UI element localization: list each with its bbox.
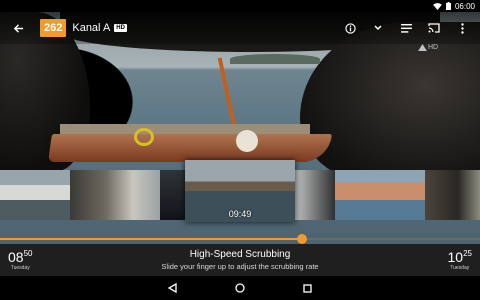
- scrub-thumbnail: [70, 170, 160, 220]
- end-time-minutes: 25: [463, 249, 472, 258]
- info-icon: [344, 22, 356, 34]
- status-time: 06:00: [454, 1, 475, 11]
- scrub-thumbnail: [425, 170, 480, 220]
- cast-button[interactable]: [420, 12, 448, 44]
- channel-watermark: HD: [418, 44, 438, 51]
- scrub-progress-fill: [0, 238, 303, 240]
- scrub-thumbnail: [335, 170, 425, 220]
- scrub-thumbnail-time: 09:49: [228, 209, 252, 219]
- player-top-bar: 262 Kanal A HD: [0, 12, 480, 44]
- more-options-button[interactable]: [448, 12, 476, 44]
- scrub-thumbnail: [0, 170, 70, 220]
- channel-number: 262: [40, 19, 67, 37]
- back-button[interactable]: [4, 12, 32, 44]
- back-arrow-icon: [13, 23, 23, 33]
- scrub-mode-hint: Slide your finger up to adjust the scrub…: [161, 262, 319, 271]
- info-button[interactable]: [336, 12, 364, 44]
- boat-buoy: [236, 130, 258, 152]
- chevron-down-icon: [374, 25, 382, 31]
- scrub-mode-title: High-Speed Scrubbing: [189, 249, 291, 260]
- wifi-icon: [433, 2, 442, 10]
- life-ring: [134, 128, 154, 146]
- more-vert-icon: [460, 22, 464, 34]
- distant-island: [230, 54, 320, 64]
- end-day: Tuesday: [450, 265, 470, 271]
- cast-icon: [428, 23, 440, 33]
- scrub-thumbnail-strip[interactable]: 09:49: [0, 160, 480, 222]
- nav-home-icon[interactable]: [235, 283, 245, 293]
- scrub-thumbnail: [160, 170, 185, 220]
- system-nav-bar: [0, 276, 480, 300]
- boat-hull: [48, 134, 332, 162]
- channel-logo-icon: [418, 44, 427, 51]
- nav-recents-icon[interactable]: [303, 283, 312, 293]
- battery-icon: [445, 2, 451, 10]
- channel-name: Kanal A: [72, 22, 111, 34]
- scrub-thumbnail-current: 09:49: [185, 160, 295, 222]
- playlist-button[interactable]: [392, 12, 420, 44]
- nav-back-icon[interactable]: [168, 283, 177, 293]
- scrub-progress-track[interactable]: [0, 234, 480, 244]
- end-time-block: 1025 Tuesday: [448, 246, 472, 271]
- hd-badge: HD: [114, 24, 127, 32]
- channel-logo-text: HD: [428, 44, 439, 51]
- status-bar: 06:00: [0, 0, 480, 12]
- end-time: 1025: [448, 246, 472, 265]
- scrub-info-panel: 0850 Tuesday High-Speed Scrubbing Slide …: [0, 244, 480, 276]
- expand-button[interactable]: [364, 12, 392, 44]
- scrub-thumbnail: [295, 170, 335, 220]
- end-time-hours: 10: [447, 249, 464, 265]
- list-icon: [400, 23, 412, 33]
